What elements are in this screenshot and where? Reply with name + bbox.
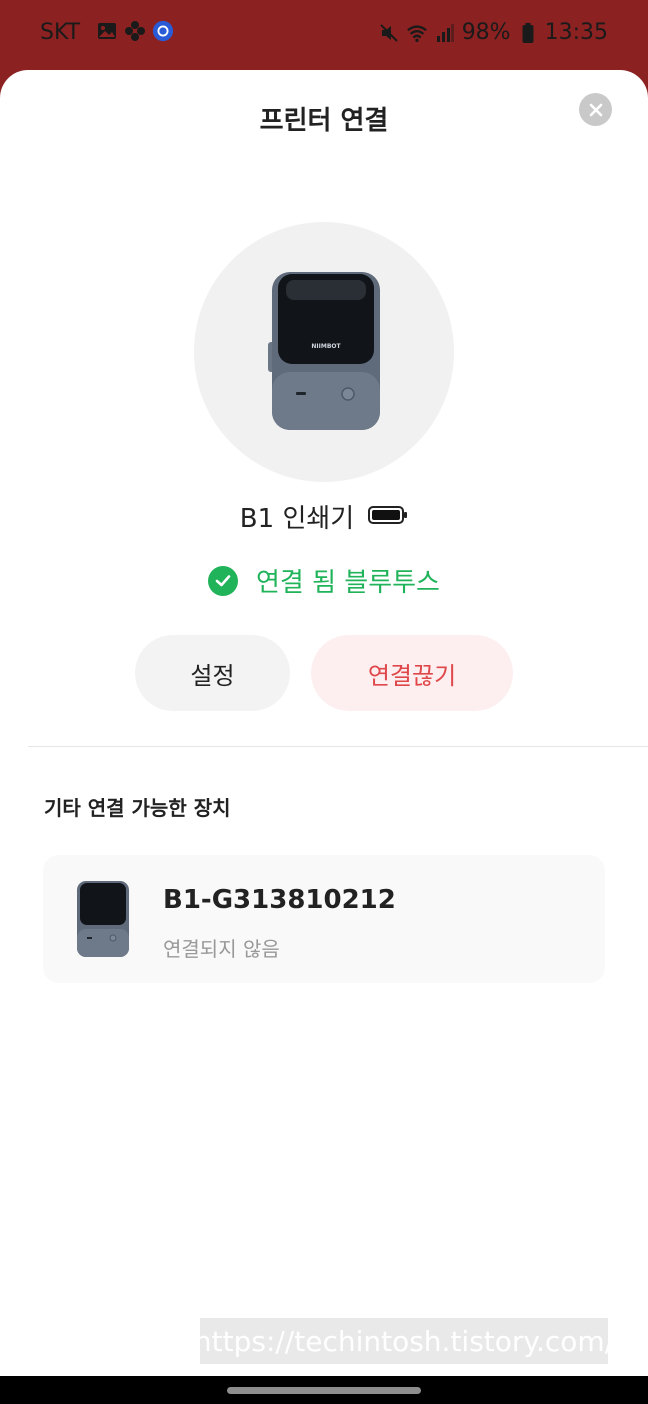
mute-icon [378, 22, 400, 44]
battery-icon [517, 22, 539, 44]
home-gesture-handle[interactable] [227, 1387, 421, 1394]
other-devices-title: 기타 연결 가능한 장치 [44, 796, 231, 820]
battery-percent: 98% [461, 20, 511, 45]
flower-icon [124, 20, 146, 42]
sheet-title: 프린터 연결 [259, 106, 389, 136]
check-circle-icon [208, 565, 238, 596]
disconnect-button[interactable]: 연결끊기 [311, 635, 513, 711]
section-divider [28, 746, 648, 747]
printer-brand: NIIMBOT [311, 343, 341, 350]
gallery-icon [96, 20, 118, 42]
notification-icons [96, 20, 174, 42]
printer-name: B1 인쇄기 [239, 504, 355, 534]
printer-battery-icon [368, 502, 408, 532]
device-thumbnail [77, 881, 129, 957]
connection-status-text: 연결 됨 블루투스 [256, 568, 440, 598]
close-icon [589, 103, 602, 116]
printer-image-container: NIIMBOT [194, 222, 454, 482]
wifi-icon [406, 22, 428, 44]
app-badge-icon [152, 20, 174, 42]
status-bar: SKT 98% 13:35 [0, 0, 648, 68]
settings-button[interactable]: 설정 [135, 635, 290, 711]
printer-image: NIIMBOT [268, 272, 380, 430]
printer-connection-sheet: 프린터 연결 NIIMBOT B1 인쇄기 연결 됨 블루투스 설정 연결끊기 … [0, 70, 648, 1376]
system-status: 98% 13:35 [378, 20, 608, 45]
carrier-label: SKT [40, 20, 81, 45]
printer-name-row: B1 인쇄기 [0, 498, 648, 535]
device-status: 연결되지 않음 [163, 937, 280, 961]
clock: 13:35 [544, 20, 608, 45]
navigation-bar [0, 1376, 648, 1404]
close-button[interactable] [579, 93, 612, 126]
device-name: B1-G313810212 [163, 885, 396, 915]
device-list-item[interactable]: B1-G313810212 연결되지 않음 [43, 855, 605, 983]
watermark: https://techintosh.tistory.com/ [194, 1318, 614, 1364]
signal-icon [434, 22, 456, 44]
connection-status-row: 연결 됨 블루투스 [0, 562, 648, 599]
